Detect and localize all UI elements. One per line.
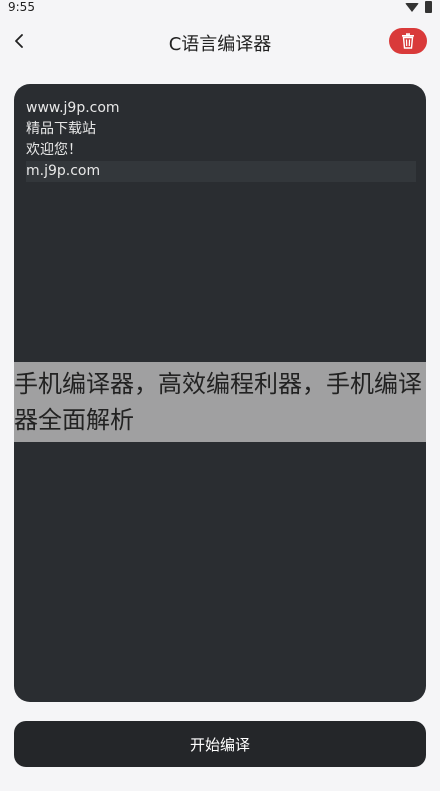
status-icons: [405, 0, 432, 14]
wifi-icon: [405, 2, 419, 12]
code-line: www.j9p.com: [26, 100, 120, 116]
code-line-active: m.j9p.com: [26, 161, 416, 182]
code-lines: www.j9p.com 精品下载站 欢迎您！ m.j9p.com: [26, 98, 416, 182]
status-time: 9:55: [8, 0, 35, 14]
compile-button[interactable]: 开始编译: [14, 721, 426, 767]
page-title: C语言编译器: [168, 34, 272, 55]
trash-icon: [402, 33, 414, 49]
watermark-banner: 手机编译器，高效编程利器，手机编译器全面解析: [14, 362, 426, 442]
status-bar: 9:55: [0, 0, 440, 14]
code-line: 精品下载站: [26, 121, 96, 137]
delete-button[interactable]: [389, 28, 427, 54]
app-bar: C语言编译器: [0, 22, 440, 62]
code-line: 欢迎您！: [26, 142, 82, 158]
battery-icon: [425, 1, 432, 13]
